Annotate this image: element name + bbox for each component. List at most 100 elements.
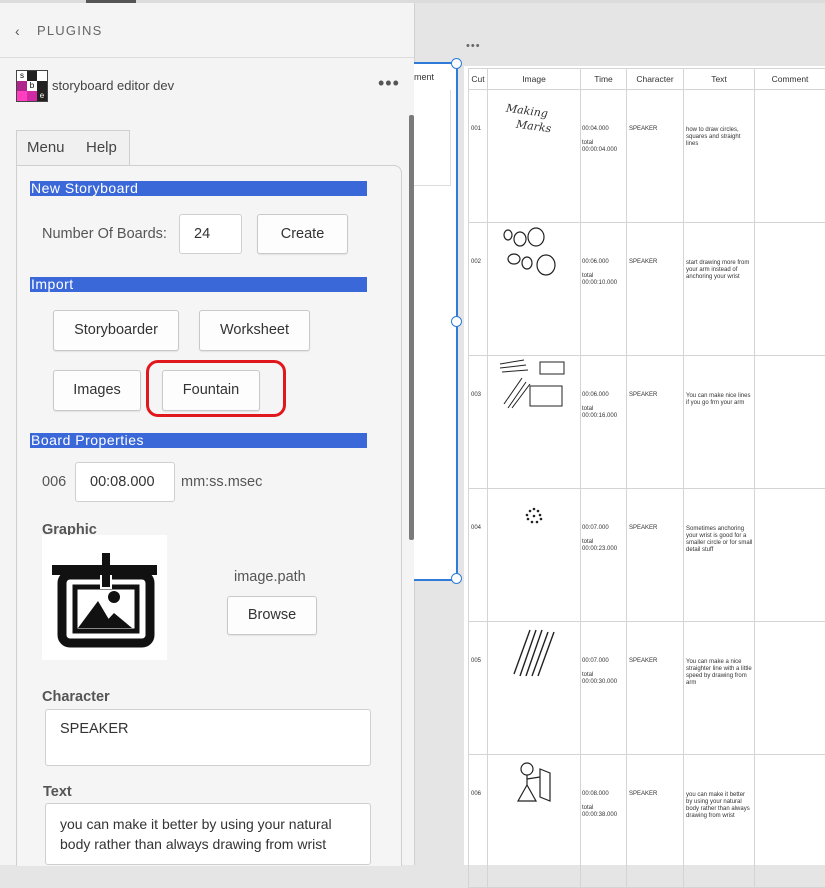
create-button[interactable]: Create [257, 214, 348, 254]
menu-tabs: Menu Help [16, 130, 130, 166]
comment-cell [755, 489, 825, 622]
table-row: 004 00:07.000 total 00:00:23.000 [469, 489, 825, 622]
total-time: 00:00:04.000 [582, 147, 626, 154]
cut-cell: 006 [469, 755, 488, 888]
time-cell: 00:06.000 total 00:00:16.000 [581, 356, 627, 489]
image-cell [488, 489, 581, 622]
duration-format-label: mm:ss.msec [181, 474, 262, 490]
sketch-small-circle [494, 489, 574, 549]
time-cell: 00:08.000 total 00:00:38.000 [581, 755, 627, 888]
red-highlight-annotation [146, 360, 286, 417]
text-label: Text [43, 784, 72, 800]
column-header-cut: Cut [469, 69, 488, 90]
image-cell [488, 356, 581, 489]
time-cell: 00:07.000 total 00:00:23.000 [581, 489, 627, 622]
column-header-image: Image [488, 69, 581, 90]
sketch-figure-drawing [494, 755, 574, 815]
resize-handle[interactable] [451, 573, 462, 584]
table-header-row: Cut Image Time Character Text Comment [469, 69, 825, 90]
plugins-title: PLUGINS [37, 23, 102, 38]
comment-cell [755, 90, 825, 223]
more-options-icon[interactable]: ••• [378, 73, 400, 94]
board-time: 00:08.000 [582, 791, 626, 798]
plugin-row: s b e storyboard editor dev ••• [0, 59, 414, 111]
board-number: 006 [42, 474, 66, 490]
character-cell: SPEAKER [627, 622, 684, 755]
time-cell: 00:07.000 total 00:00:30.000 [581, 622, 627, 755]
total-label: total [582, 805, 626, 812]
total-label: total [582, 539, 626, 546]
total-time: 00:00:23.000 [582, 546, 626, 553]
board-time: 00:04.000 [582, 126, 626, 133]
cut-cell: 002 [469, 223, 488, 356]
boards-count-label: Number Of Boards: [42, 226, 167, 242]
browse-button[interactable]: Browse [227, 596, 317, 635]
table-row: 006 00:08.000 total [469, 755, 825, 888]
character-cell: SPEAKER [627, 755, 684, 888]
cut-cell: 004 [469, 489, 488, 622]
text-cell: You can make nice lines if you go frm yo… [684, 356, 755, 489]
character-cell: SPEAKER [627, 489, 684, 622]
section-import: Import [30, 277, 367, 292]
frame-options-icon[interactable]: ••• [466, 40, 481, 52]
storyboard-sheet: Cut Image Time Character Text Comment 00… [464, 66, 825, 865]
boards-count-input[interactable]: 24 [179, 214, 242, 254]
image-cell [488, 223, 581, 356]
text-cell: start drawing more from your arm instead… [684, 223, 755, 356]
board-time: 00:07.000 [582, 658, 626, 665]
character-cell: SPEAKER [627, 223, 684, 356]
section-board-properties: Board Properties [30, 433, 367, 448]
comment-cell [755, 755, 825, 888]
logo-letter-e: e [37, 91, 47, 101]
import-images-button[interactable]: Images [53, 370, 141, 411]
table-row: 002 00:06.000 t [469, 223, 825, 356]
logo-cell [27, 91, 37, 101]
total-time: 00:00:30.000 [582, 679, 626, 686]
import-worksheet-button[interactable]: Worksheet [199, 310, 310, 351]
time-cell: 00:06.000 total 00:00:10.000 [581, 223, 627, 356]
import-storyboarder-button[interactable]: Storyboarder [53, 310, 179, 351]
plugins-header[interactable]: ‹ PLUGINS [0, 3, 414, 58]
character-cell: SPEAKER [627, 90, 684, 223]
total-label: total [582, 273, 626, 280]
logo-cell [37, 81, 47, 91]
table-row: 005 00:07.000 total [469, 622, 825, 755]
text-field[interactable]: you can make it better by using your nat… [45, 803, 371, 865]
frame-cell [414, 90, 451, 186]
section-new-storyboard: New Storyboard [30, 181, 367, 196]
cut-cell: 005 [469, 622, 488, 755]
text-cell: You can make a nice straighter line with… [684, 622, 755, 755]
logo-cell [17, 81, 27, 91]
cut-cell: 001 [469, 90, 488, 223]
column-header-text: Text [684, 69, 755, 90]
tab-help[interactable]: Help [86, 139, 117, 156]
comment-cell [755, 223, 825, 356]
logo-letter-s: s [17, 71, 27, 81]
plugin-name: storyboard editor dev [52, 78, 174, 93]
table-row: 003 [469, 356, 825, 489]
resize-handle[interactable] [451, 316, 462, 327]
board-time: 00:06.000 [582, 392, 626, 399]
total-label: total [582, 140, 626, 147]
back-chevron-icon[interactable]: ‹ [15, 23, 20, 39]
resize-handle[interactable] [451, 58, 462, 69]
sketch-lines-squares [494, 356, 574, 416]
logo-letter-b: b [27, 81, 37, 91]
text-cell: Sometimes anchoring your wrist is good f… [684, 489, 755, 622]
duration-input[interactable]: 00:08.000 [75, 462, 175, 502]
sketch-word-1: Making [504, 101, 549, 120]
board-time: 00:06.000 [582, 259, 626, 266]
tab-menu[interactable]: Menu [27, 139, 65, 156]
total-label: total [582, 406, 626, 413]
total-time: 00:00:10.000 [582, 280, 626, 287]
character-cell: SPEAKER [627, 356, 684, 489]
character-label: Character [42, 689, 110, 705]
logo-cell [17, 91, 27, 101]
storyboard-table: Cut Image Time Character Text Comment 00… [468, 68, 825, 888]
image-cell [488, 622, 581, 755]
column-header-comment: Comment [755, 69, 825, 90]
text-cell: how to draw circles, squares and straigh… [684, 90, 755, 223]
board-time: 00:07.000 [582, 525, 626, 532]
character-field[interactable]: SPEAKER [45, 709, 371, 766]
graphic-preview[interactable] [42, 535, 167, 660]
